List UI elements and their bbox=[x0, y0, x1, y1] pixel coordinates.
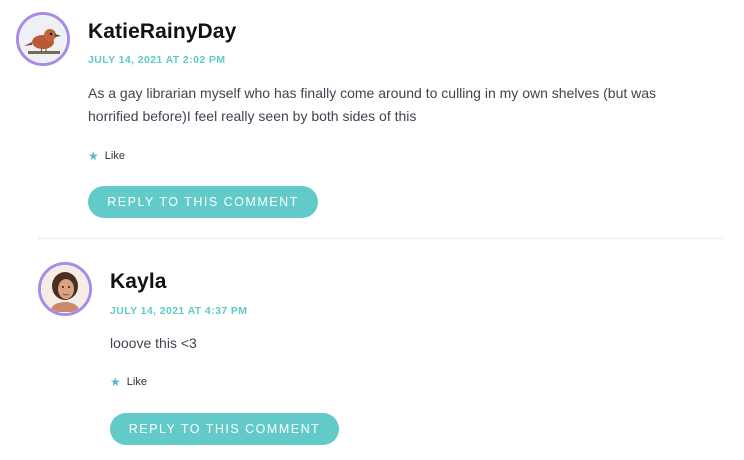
person-icon bbox=[42, 266, 88, 312]
avatar[interactable] bbox=[38, 262, 92, 316]
like-label: Like bbox=[126, 376, 147, 388]
like-button[interactable]: ★ Like bbox=[88, 150, 125, 162]
bird-icon bbox=[20, 16, 66, 62]
comment-date[interactable]: JULY 14, 2021 AT 2:02 PM bbox=[88, 54, 225, 66]
comment-text: As a gay librarian myself who has finall… bbox=[88, 85, 657, 124]
comment-date[interactable]: JULY 14, 2021 AT 4:37 PM bbox=[110, 305, 247, 317]
star-icon: ★ bbox=[88, 149, 99, 163]
comment-author[interactable]: KatieRainyDay bbox=[88, 20, 236, 44]
like-label: Like bbox=[104, 150, 125, 162]
like-button[interactable]: ★ Like bbox=[110, 376, 147, 388]
avatar[interactable] bbox=[16, 12, 70, 66]
comment-author[interactable]: Kayla bbox=[110, 270, 167, 294]
reply-button[interactable]: REPLY TO THIS COMMENT bbox=[88, 186, 318, 218]
comment-divider bbox=[38, 238, 724, 239]
reply-button[interactable]: REPLY TO THIS COMMENT bbox=[110, 413, 339, 445]
star-icon: ★ bbox=[110, 375, 121, 389]
comment-text: looove this <3 bbox=[110, 335, 197, 351]
